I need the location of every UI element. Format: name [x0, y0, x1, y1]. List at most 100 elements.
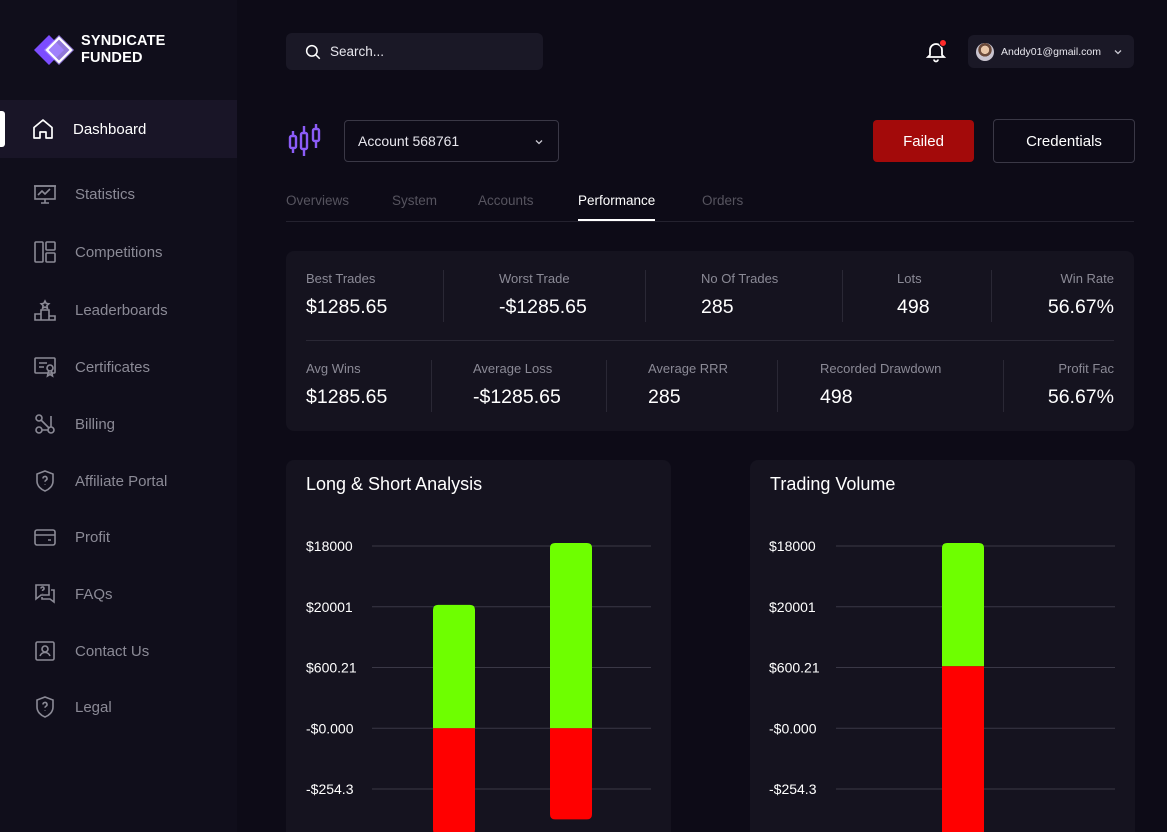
y-tick-label: -$254.3: [306, 781, 354, 797]
divider: [1003, 360, 1004, 412]
y-tick-label: $18000: [769, 538, 816, 554]
stat-average-rrr: Average RRR 285: [648, 361, 728, 409]
user-menu[interactable]: Anddy01@gmail.com: [968, 35, 1134, 68]
stat-label: Best Trades: [306, 271, 376, 286]
stat-label: Average RRR: [648, 361, 728, 376]
wallet-icon: [33, 525, 57, 549]
sidebar-item-label: Certificates: [75, 358, 151, 376]
stat-value: -$1285.65: [473, 386, 561, 408]
stat-win-rate: Win Rate 56.67%: [1048, 271, 1114, 319]
shield-question-icon: [33, 695, 57, 719]
sidebar-item-label: Legal: [75, 698, 112, 716]
bar-negative: [550, 728, 592, 820]
divider: [431, 360, 432, 412]
bar-negative: [942, 666, 984, 832]
sidebar-item-faqs[interactable]: FAQs: [0, 565, 237, 623]
bar-positive: [433, 604, 475, 729]
sidebar-item-contact-us[interactable]: Contact Us: [0, 622, 237, 680]
sidebar-item-competitions[interactable]: Competitions: [0, 223, 237, 281]
tab-orders[interactable]: Orders: [702, 193, 743, 208]
sidebar-item-label: Profit: [75, 528, 111, 546]
divider: [306, 340, 1114, 341]
notification-dot: [939, 39, 947, 47]
stat-average-loss: Average Loss -$1285.65: [473, 361, 561, 409]
nodes-icon: [33, 412, 57, 436]
divider: [645, 270, 646, 322]
trading-volume-card: Trading Volume $18000 $20001 $600.21 -$0.00…: [750, 460, 1135, 832]
sidebar-item-dashboard[interactable]: Dashboard: [0, 100, 237, 158]
stat-worst-trade: Worst Trade -$1285.65: [499, 271, 587, 319]
failed-button[interactable]: Failed: [873, 120, 974, 162]
search-bar[interactable]: [286, 33, 543, 70]
sidebar-item-label: FAQs: [75, 585, 113, 603]
certificate-icon: [33, 355, 57, 379]
tab-performance[interactable]: Performance: [578, 193, 656, 221]
faq-chat-icon: [33, 582, 57, 606]
stat-label: Recorded Drawdown: [820, 361, 942, 376]
user-email: Anddy01@gmail.com: [1001, 45, 1101, 58]
y-tick-label: $600.21: [769, 660, 820, 676]
brand-logo[interactable]: SYNDICATE FUNDED: [32, 32, 166, 68]
sidebar-item-leaderboards[interactable]: Leaderboards: [0, 281, 237, 339]
search-input[interactable]: [330, 44, 530, 59]
stat-value: $1285.65: [306, 296, 388, 318]
stat-value: 498: [820, 386, 853, 408]
tab-system[interactable]: System: [392, 193, 437, 208]
stat-value: 285: [648, 386, 681, 408]
divider: [606, 360, 607, 412]
candlestick-icon: [288, 124, 321, 156]
presentation-chart-icon: [33, 182, 57, 206]
y-tick-label: $18000: [306, 538, 353, 554]
chevron-down-icon: [1114, 49, 1122, 54]
brand-name: SYNDICATE FUNDED: [81, 33, 166, 67]
brand-line-1: SYNDICATE: [81, 33, 166, 49]
stat-value: -$1285.65: [499, 296, 587, 318]
sidebar-item-label: Billing: [75, 415, 116, 433]
home-icon: [31, 117, 55, 141]
account-select[interactable]: Account 568761: [344, 120, 559, 162]
tab-accounts[interactable]: Accounts: [478, 193, 534, 208]
stat-value: 56.67%: [1047, 296, 1114, 318]
credentials-button[interactable]: Credentials: [993, 119, 1135, 163]
divider: [443, 270, 444, 322]
stat-value: $1285.65: [306, 386, 388, 408]
sidebar-item-statistics[interactable]: Statistics: [0, 165, 237, 223]
sidebar-item-affiliate-portal[interactable]: Affiliate Portal: [0, 452, 237, 510]
performance-stats-panel: Best Trades $1285.65 Worst Trade -$1285.…: [286, 251, 1134, 431]
stat-label: Lots: [897, 271, 922, 286]
sidebar-item-label: Leaderboards: [75, 301, 168, 319]
stat-no-of-trades: No Of Trades 285: [701, 271, 778, 319]
y-tick-label: $20001: [769, 599, 816, 615]
stat-avg-wins: Avg Wins $1285.65: [306, 361, 387, 409]
account-select-value: Account 568761: [358, 133, 460, 149]
y-tick-label: $600.21: [306, 660, 357, 676]
y-tick-label: -$0.000: [769, 720, 817, 736]
y-tick-label: $20001: [306, 599, 353, 615]
stat-label: Worst Trade: [499, 271, 570, 286]
long-short-analysis-card: Long & Short Analysis $18000 $20001 $600.2…: [286, 460, 671, 832]
sidebar-item-billing[interactable]: Billing: [0, 395, 237, 453]
sidebar-item-certificates[interactable]: Certificates: [0, 338, 237, 396]
bar-positive: [942, 542, 984, 667]
podium-icon: [33, 298, 57, 322]
stat-label: Profit Fac: [1058, 361, 1114, 376]
sidebar-item-label: Dashboard: [73, 120, 147, 138]
bar-negative: [433, 728, 475, 832]
avatar: [976, 42, 994, 61]
notification-bell[interactable]: [924, 39, 948, 63]
long-short-chart: $18000 $20001 $600.21 -$0.000 -$254.3: [306, 538, 651, 832]
brand-line-2: FUNDED: [81, 50, 143, 66]
chevron-down-icon: [535, 140, 543, 145]
sidebar-item-legal[interactable]: Legal: [0, 678, 237, 736]
sidebar-item-label: Contact Us: [75, 642, 150, 660]
sidebar-item-label: Affiliate Portal: [75, 472, 168, 490]
diamond-logo-icon: [34, 35, 74, 65]
stat-label: No Of Trades: [701, 271, 779, 286]
sidebar-item-profit[interactable]: Profit: [0, 508, 237, 566]
stat-lots: Lots 498: [897, 271, 930, 319]
y-tick-label: -$254.3: [769, 781, 817, 797]
stat-value: 498: [897, 296, 930, 318]
tab-overviews[interactable]: Overviews: [286, 193, 349, 208]
tab-bar: Overviews System Accounts Performance Or…: [286, 186, 1134, 222]
search-icon: [305, 44, 321, 59]
